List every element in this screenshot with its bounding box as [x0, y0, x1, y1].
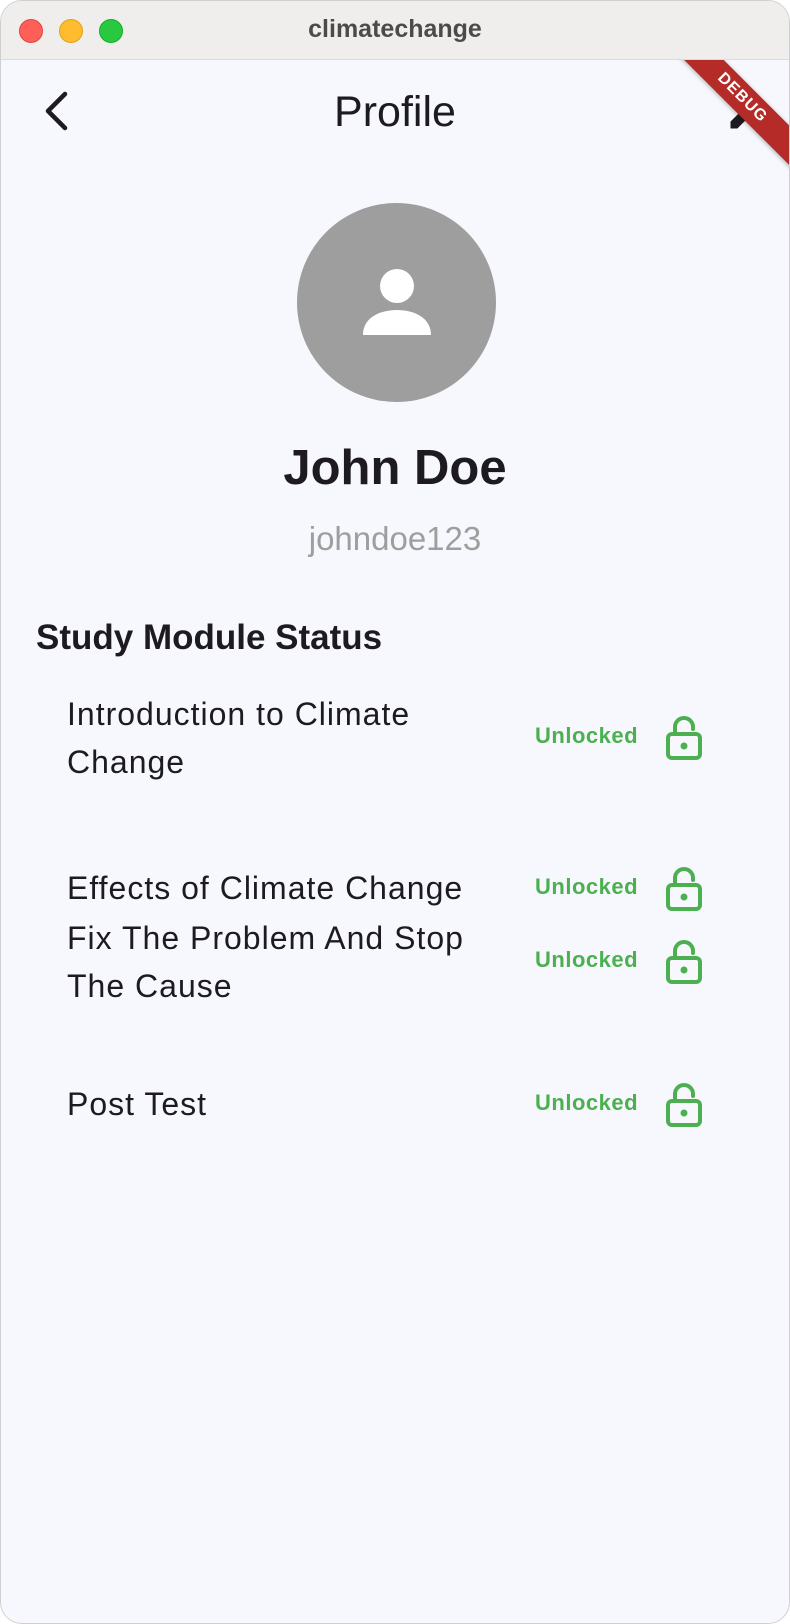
page-title: Profile	[334, 88, 456, 136]
lock-open-icon	[666, 867, 702, 911]
lock-open-icon	[666, 940, 702, 984]
window-title: climatechange	[308, 15, 482, 43]
app-window: climatechange Profile DEBUG John Doe joh…	[0, 0, 790, 1624]
lock-open-icon	[666, 716, 702, 760]
module-status: Unlocked	[535, 723, 639, 748]
title-bar: climatechange	[1, 1, 789, 60]
profile-username: johndoe123	[308, 520, 482, 557]
module-title: Post Test	[67, 1086, 208, 1122]
person-icon	[363, 269, 431, 335]
lock-open-icon	[666, 1083, 702, 1127]
module-item[interactable]: Effects of Climate Change Unlocked	[67, 864, 727, 912]
avatar	[297, 203, 496, 402]
module-status: Unlocked	[535, 874, 639, 899]
module-title: Introduction to Climate Change	[67, 696, 411, 780]
module-item[interactable]: Introduction to Climate Change Unlocked	[67, 690, 727, 786]
module-item[interactable]: Fix The Problem And Stop The Cause Unloc…	[67, 914, 727, 1010]
module-status: Unlocked	[535, 1090, 639, 1115]
profile-name: John Doe	[283, 441, 507, 495]
module-title: Effects of Climate Change	[67, 870, 464, 906]
module-title: Fix The Problem And Stop The Cause	[67, 920, 464, 1004]
module-item[interactable]: Post Test Unlocked	[67, 1080, 727, 1128]
module-status: Unlocked	[535, 947, 639, 972]
section-title: Study Module Status	[36, 618, 383, 657]
profile-screen: Profile DEBUG John Doe johndoe123 Study …	[1, 60, 789, 1623]
